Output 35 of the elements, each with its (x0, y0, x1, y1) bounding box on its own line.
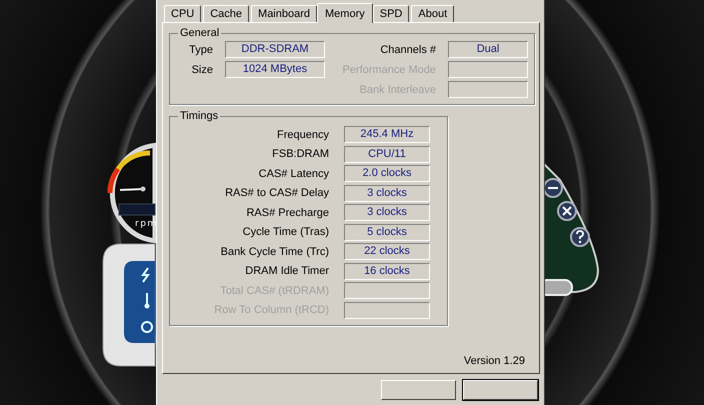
value-field: 22 clocks (344, 243, 430, 260)
value-field: CPU/11 (344, 146, 430, 162)
tab[interactable]: About (411, 5, 454, 22)
value-field: 3 clocks (344, 204, 430, 221)
value-field: Dual (448, 41, 528, 58)
group-title: Timings (179, 110, 220, 122)
value-field: 2.0 clocks (344, 165, 430, 182)
field-label: Channels # (379, 44, 436, 56)
field-label: CAS# Latency (258, 168, 329, 180)
value-field: 1024 MBytes (225, 61, 325, 78)
dialog-button[interactable] (381, 380, 456, 400)
tab[interactable]: Cache (203, 5, 250, 22)
value-field: 5 clocks (344, 224, 430, 240)
field-label: RAS# to CAS# Delay (224, 187, 329, 199)
tab[interactable]: CPU (164, 5, 202, 22)
field-label: RAS# Precharge (245, 206, 329, 218)
group-title: General (179, 27, 220, 39)
field-label: FSB:DRAM (271, 148, 329, 160)
version-label: Version 1.29 (464, 355, 525, 367)
tab[interactable]: Memory (317, 3, 373, 23)
field-label: Bank Cycle Time (Trc) (220, 246, 329, 258)
value-field: 16 clocks (344, 262, 430, 280)
field-label: Cycle Time (Tras) (242, 226, 329, 238)
field-label: Type (188, 44, 213, 56)
value-field: 3 clocks (344, 184, 430, 202)
help-icon[interactable] (570, 227, 590, 247)
value-field: 245.4 MHz (344, 126, 430, 143)
tab[interactable]: Mainboard (251, 5, 318, 22)
field-label: Size (190, 64, 213, 76)
dialog-button[interactable] (463, 380, 538, 400)
value-field: DDR-SDRAM (225, 41, 325, 58)
field-label: DRAM Idle Timer (244, 265, 329, 277)
field-label: Frequency (276, 128, 329, 140)
close-icon[interactable] (557, 201, 577, 221)
tab[interactable]: SPD (372, 5, 410, 22)
